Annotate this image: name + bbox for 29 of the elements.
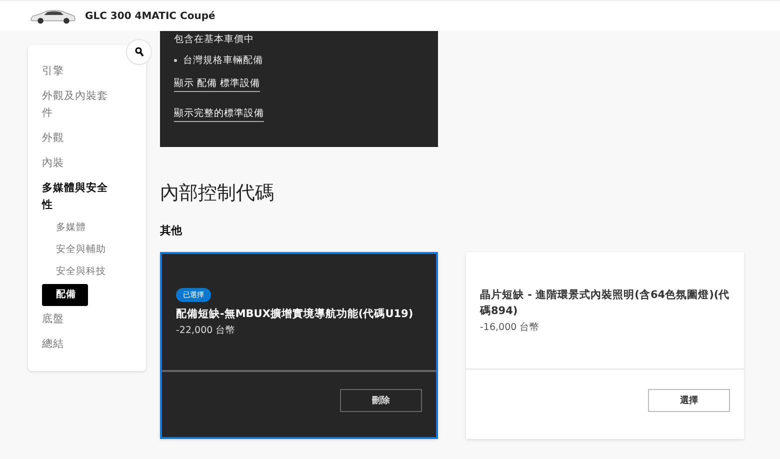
model-title: GLC 300 4MATIC Coupé [85,10,216,22]
search-icon [134,47,144,57]
option-card[interactable]: 晶片短缺 - 進階環景式內裝照明(含64色氛圍燈)(代碼894) -16,000 台幣 選擇 [466,252,744,439]
standard-equipment-link[interactable]: 顯示完整的標準設備 [174,107,264,122]
sidebar-subitem[interactable]: 配備 [42,284,88,306]
sidebar-subitem[interactable]: 多媒體 [56,221,146,235]
sidebar-item[interactable]: 多媒體與安全性 [42,180,116,214]
option-price: -16,000 台幣 [480,320,540,334]
search-button[interactable] [126,39,152,65]
sidebar-item[interactable]: 外觀 [42,130,116,147]
sidebar-item[interactable]: 底盤 [42,311,116,328]
section-heading: 內部控制代碼 [160,181,275,206]
sidebar-item[interactable]: 內裝 [42,155,116,172]
option-title: 晶片短缺 - 進階環景式內裝照明(含64色氛圍燈)(代碼894) [480,288,730,318]
sidebar-item[interactable]: 總結 [42,336,116,353]
sidebar-item[interactable]: 外觀及內裝套件 [42,88,116,122]
sidebar-subitem[interactable]: 安全與輔助 [56,243,146,257]
bullet-icon [174,59,177,62]
section-subheading: 其他 [160,223,183,238]
sidebar-subitem[interactable]: 安全與科技 [56,265,146,279]
option-price: -22,000 台幣 [176,324,236,336]
note-text: 包含在基本車價中 [174,33,254,46]
bullet-text: 台灣規格車輛配備 [183,54,263,67]
option-title: 配備短缺-無MBUX擴增實境導航功能(代碼U19) [176,306,414,322]
select-button[interactable]: 選擇 [648,389,730,412]
remove-button[interactable]: 刪除 [340,389,422,412]
standard-equipment-link[interactable]: 顯示 配備 標準設備 [174,77,260,92]
car-icon [29,8,77,24]
sidebar-item[interactable]: 引擎 [42,63,116,80]
